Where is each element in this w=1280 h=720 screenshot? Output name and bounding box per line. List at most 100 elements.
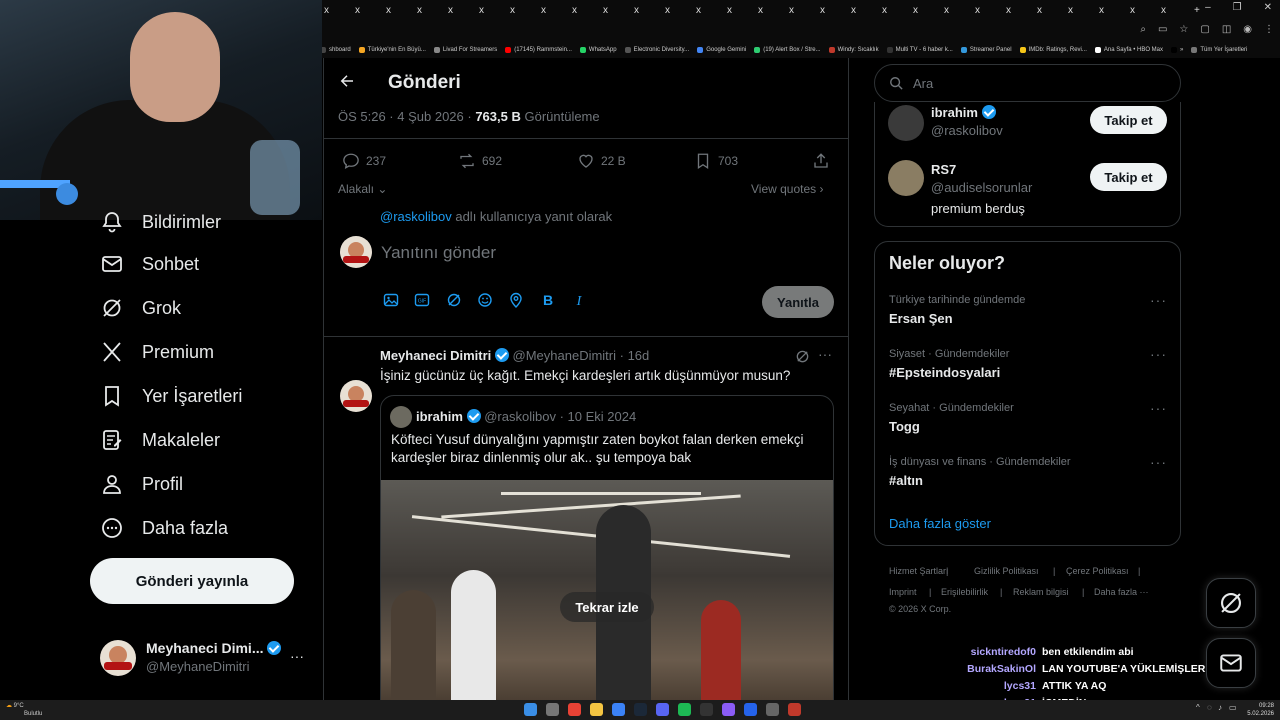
bookmark-item[interactable]: Livad For Streamers: [433, 47, 497, 53]
reply-submit-button[interactable]: Yanıtla: [762, 286, 834, 318]
follow-button[interactable]: Takip et: [1090, 163, 1167, 191]
browser-tab[interactable]: x: [322, 5, 353, 16]
app-icon[interactable]: [744, 703, 757, 716]
zoom-icon[interactable]: ⌕: [1140, 24, 1146, 35]
post-button[interactable]: Gönderi yayınla: [90, 558, 294, 604]
nav-item-sohbet[interactable]: Sohbet: [100, 252, 199, 276]
reply-stat[interactable]: 237: [342, 152, 386, 170]
browser-tab[interactable]: x: [632, 5, 663, 16]
post-timestamp[interactable]: ÖS 5:26 · 4 Şub 2026 ·: [338, 109, 475, 124]
browser-tab[interactable]: x: [694, 5, 725, 16]
reply-age[interactable]: · 16d: [620, 348, 650, 363]
bold-icon[interactable]: B: [540, 292, 556, 308]
restore-icon[interactable]: ❐: [1233, 2, 1242, 13]
chrome-icon[interactable]: [568, 703, 581, 716]
browser-tab[interactable]: x: [880, 5, 911, 16]
clock[interactable]: 09:28 5.02.2026: [1244, 702, 1274, 718]
footer-link[interactable]: Erişilebilirlik: [941, 587, 988, 597]
footer-link[interactable]: Imprint: [889, 587, 917, 597]
profile-icon[interactable]: ◉: [1243, 24, 1252, 35]
battery-icon[interactable]: ▭: [1229, 703, 1237, 712]
emoji-icon[interactable]: [477, 292, 493, 308]
bookmark-item[interactable]: »: [1171, 47, 1183, 53]
browser-tab[interactable]: x: [1159, 5, 1190, 16]
reply-author-handle[interactable]: @MeyhaneDimitri: [513, 348, 617, 363]
back-arrow-icon[interactable]: [338, 72, 360, 95]
windows-start-icon[interactable]: [524, 703, 537, 716]
trend-more-icon[interactable]: ···: [1150, 292, 1167, 308]
browser-tab[interactable]: x: [756, 5, 787, 16]
browser-tab[interactable]: x: [942, 5, 973, 16]
browser-tab[interactable]: x: [353, 5, 384, 16]
browser-tab[interactable]: x: [539, 5, 570, 16]
weather-widget[interactable]: ☁ 9°C Bulutlu: [6, 702, 42, 718]
browser-tab[interactable]: x: [601, 5, 632, 16]
account-switcher[interactable]: Meyhaneci Dimi... @MeyhaneDimitri ···: [100, 636, 320, 680]
bookmark-item[interactable]: Ana Sayfa • HBO Max: [1094, 47, 1163, 53]
footer-link[interactable]: Daha fazla ···: [1094, 587, 1149, 597]
bookmark-item[interactable]: Google Gemini: [697, 47, 746, 53]
grok-fab[interactable]: [1206, 578, 1256, 628]
browser-tab[interactable]: x: [477, 5, 508, 16]
follow-button[interactable]: Takip et: [1090, 106, 1167, 134]
bookmark-item[interactable]: shboard: [320, 47, 351, 53]
browser-tab[interactable]: x: [508, 5, 539, 16]
spotify-icon[interactable]: [678, 703, 691, 716]
browser-tab[interactable]: x: [725, 5, 756, 16]
bookmark-item[interactable]: Windy: Sıcaklık: [828, 47, 879, 53]
browser-tab[interactable]: x: [818, 5, 849, 16]
cast-icon[interactable]: ▭: [1158, 24, 1167, 35]
follow-suggestion[interactable]: ibrahim @raskolibov Takip et: [874, 103, 1181, 158]
app-icon[interactable]: [722, 703, 735, 716]
bookmark-item[interactable]: IMDb: Ratings, Revi...: [1019, 47, 1087, 53]
nav-item-yer-i-şaretleri[interactable]: Yer İşaretleri: [100, 384, 242, 408]
browser-tab[interactable]: x: [446, 5, 477, 16]
browser-tab[interactable]: x: [570, 5, 601, 16]
bookmark-item[interactable]: (19) Alert Box / Stre...: [754, 47, 821, 53]
nav-item-premium[interactable]: Premium: [100, 340, 214, 364]
search-icon[interactable]: [546, 703, 559, 716]
new-tab-icon[interactable]: +: [1194, 5, 1200, 16]
footer-link[interactable]: Hizmet Şartları: [889, 566, 949, 576]
app-icon[interactable]: [612, 703, 625, 716]
reply-input[interactable]: Yanıtını gönder: [381, 243, 496, 263]
nav-item-makaleler[interactable]: Makaleler: [100, 428, 220, 452]
grok-explain-icon[interactable]: [795, 349, 810, 364]
browser-tab[interactable]: x: [1035, 5, 1066, 16]
account-more-icon[interactable]: ···: [290, 648, 304, 664]
tweet-more-icon[interactable]: ···: [818, 346, 832, 362]
replying-to-handle[interactable]: @raskolibov: [380, 209, 452, 224]
nav-item-daha-fazla[interactable]: Daha fazla: [100, 516, 228, 540]
close-icon[interactable]: ✕: [1264, 2, 1272, 13]
repost-stat[interactable]: 692: [458, 152, 502, 170]
italic-icon[interactable]: I: [571, 292, 587, 308]
trends-show-more[interactable]: Daha fazla göster: [889, 516, 991, 531]
replay-button[interactable]: Tekrar izle: [560, 592, 654, 622]
browser-menu-icon[interactable]: ⋮: [1264, 24, 1274, 35]
bookmark-stat[interactable]: 703: [694, 152, 738, 170]
minimize-icon[interactable]: –: [1205, 2, 1211, 13]
browser-tab[interactable]: x: [787, 5, 818, 16]
share-button[interactable]: [812, 152, 830, 170]
bookmark-item[interactable]: Streamer Panel: [960, 47, 1012, 53]
browser-tab[interactable]: x: [911, 5, 942, 16]
bookmark-item[interactable]: Tüm Yer İşaretleri: [1191, 47, 1247, 53]
trend-more-icon[interactable]: ···: [1150, 346, 1167, 362]
footer-link[interactable]: Çerez Politikası: [1066, 566, 1129, 576]
sidebar-icon[interactable]: ◫: [1222, 24, 1231, 35]
like-stat[interactable]: 22 B: [577, 152, 626, 170]
view-quotes-link[interactable]: View quotes ›: [751, 182, 824, 196]
sort-dropdown[interactable]: Alakalı ⌄: [338, 182, 387, 196]
browser-tab[interactable]: x: [973, 5, 1004, 16]
network-icon[interactable]: ◌: [1207, 703, 1212, 712]
nav-item-grok[interactable]: Grok: [100, 296, 181, 320]
star-icon[interactable]: ☆: [1179, 24, 1188, 35]
browser-tab[interactable]: x: [1128, 5, 1159, 16]
browser-tab[interactable]: x: [1097, 5, 1128, 16]
bookmark-item[interactable]: Electronic Diversity...: [624, 47, 689, 53]
volume-icon[interactable]: ♪: [1218, 703, 1222, 712]
location-icon[interactable]: [508, 292, 524, 308]
follow-suggestion[interactable]: RS7 @audiselsorunlar premium berduş Taki…: [874, 160, 1181, 216]
app-icon[interactable]: [700, 703, 713, 716]
nav-item-bildirimler[interactable]: Bildirimler: [100, 210, 221, 234]
